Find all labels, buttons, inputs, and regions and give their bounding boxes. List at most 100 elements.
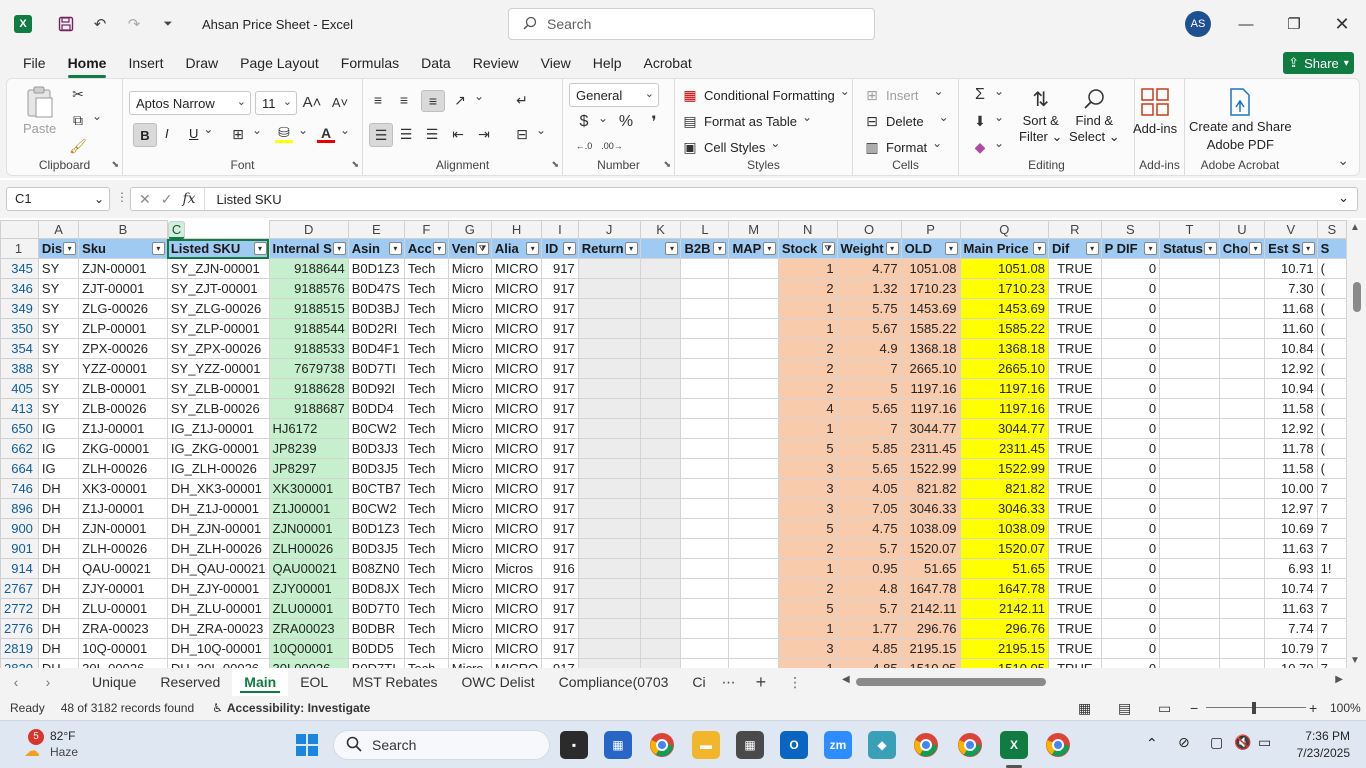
filter-dropdown-icon[interactable]: ▾ — [332, 242, 346, 255]
cell[interactable]: DH — [37, 478, 80, 499]
cell[interactable]: 7 — [1316, 598, 1347, 619]
cell[interactable]: Micro — [447, 318, 492, 339]
cell[interactable]: 2195.15 — [959, 638, 1050, 659]
cell[interactable]: 0 — [1100, 578, 1161, 599]
cell[interactable]: B0DD5 — [347, 638, 405, 659]
cell[interactable]: MICRO — [490, 398, 543, 419]
cell[interactable]: MICRO — [490, 638, 543, 659]
cell-styles-button[interactable]: ▣ Cell Styles — [681, 136, 780, 156]
expand-formula-icon[interactable]: ⌄ — [1338, 190, 1349, 206]
column-header[interactable]: O — [836, 220, 902, 239]
cell[interactable]: 917 — [541, 258, 579, 279]
cell[interactable] — [728, 418, 779, 439]
comma-style-icon[interactable]: ❜ — [645, 113, 663, 131]
cell[interactable]: Tech — [403, 298, 449, 319]
undo-icon[interactable]: ↶ — [86, 10, 114, 38]
cell[interactable]: B0D3J5 — [347, 458, 405, 479]
cell[interactable]: TRUE — [1048, 278, 1102, 299]
cell[interactable]: 5.7 — [836, 538, 902, 559]
cell[interactable] — [639, 598, 682, 619]
normal-view-icon[interactable]: ▦ — [1078, 700, 1091, 717]
tab-insert[interactable]: Insert — [117, 48, 174, 78]
cell[interactable] — [1159, 338, 1220, 359]
cell[interactable]: 1197.16 — [900, 378, 961, 399]
cell[interactable]: XK300001 — [268, 478, 349, 499]
header-cell[interactable]: S — [1316, 238, 1347, 259]
column-header[interactable]: V — [1264, 220, 1318, 239]
zoom-slider-handle[interactable] — [1252, 702, 1256, 714]
clock-date[interactable]: 7/23/2025 — [1290, 746, 1350, 760]
cell[interactable]: ( — [1316, 418, 1347, 439]
cell[interactable] — [680, 518, 730, 539]
cancel-icon[interactable]: ✕ — [139, 191, 151, 208]
network-icon[interactable]: ⊘ — [1178, 734, 1190, 751]
cell[interactable]: 12.92 — [1264, 358, 1318, 379]
cell[interactable]: 51.65 — [900, 558, 961, 579]
close-icon[interactable]: ✕ — [1318, 0, 1366, 48]
cell[interactable] — [577, 338, 641, 359]
cell[interactable] — [680, 638, 730, 659]
cell[interactable]: 1710.23 — [900, 278, 961, 299]
cell[interactable] — [728, 358, 779, 379]
cell[interactable] — [577, 558, 641, 579]
cell[interactable] — [577, 318, 641, 339]
cell[interactable]: 1647.78 — [900, 578, 961, 599]
formula-input[interactable]: Listed SKU — [205, 192, 282, 207]
cell[interactable]: Tech — [403, 658, 449, 668]
cell[interactable]: 4.05 — [836, 478, 902, 499]
cell[interactable]: 1038.09 — [959, 518, 1050, 539]
cell[interactable] — [1218, 518, 1266, 539]
cell[interactable]: 1197.16 — [900, 398, 961, 419]
cell[interactable] — [1218, 338, 1266, 359]
header-cell[interactable]: ▾ — [639, 238, 682, 259]
row-header[interactable]: 2772 — [0, 598, 39, 619]
cell[interactable] — [639, 518, 682, 539]
borders-icon[interactable]: ⊞ — [229, 123, 262, 143]
cell[interactable]: Tech — [403, 538, 449, 559]
cell[interactable]: SY_ZJN-00001 — [166, 258, 270, 279]
clock-time[interactable]: 7:36 PM — [1290, 729, 1350, 743]
cell[interactable]: 3 — [777, 498, 838, 519]
cell[interactable]: Micro — [447, 518, 492, 539]
cell[interactable]: 1197.16 — [959, 398, 1050, 419]
cell[interactable]: 5.85 — [836, 438, 902, 459]
cell[interactable]: ZLU-00001 — [78, 598, 168, 619]
cell[interactable]: Micro — [447, 298, 492, 319]
cell[interactable]: 7 — [1316, 638, 1347, 659]
cell[interactable]: 10.74 — [1264, 578, 1318, 599]
cell[interactable]: 9188576 — [268, 278, 349, 299]
cell[interactable]: ( — [1316, 298, 1347, 319]
chrome-profile-icon[interactable] — [1044, 731, 1072, 759]
tab-page-layout[interactable]: Page Layout — [229, 48, 330, 78]
insert-cells-button[interactable]: ⊞ Insert — [863, 84, 943, 104]
volume-icon[interactable]: 🔇 — [1234, 734, 1251, 751]
cell[interactable]: ZJY00001 — [268, 578, 349, 599]
autosum-icon[interactable]: Σ — [971, 84, 1004, 104]
percent-icon[interactable]: % — [617, 113, 635, 131]
cell[interactable]: 2195.15 — [900, 638, 961, 659]
cell[interactable]: MICRO — [490, 458, 543, 479]
merge-center-icon[interactable]: ⊟ — [513, 123, 546, 143]
cell[interactable]: DH — [37, 658, 80, 668]
cell[interactable]: Tech — [403, 478, 449, 499]
cell[interactable]: QAU00021 — [268, 558, 349, 579]
font-color-icon[interactable]: A — [317, 123, 350, 143]
cell[interactable] — [728, 598, 779, 619]
cell[interactable]: ZRA00023 — [268, 618, 349, 639]
more-sheets-icon[interactable]: ⋯ — [722, 674, 736, 691]
cell[interactable] — [1159, 518, 1220, 539]
sheet-tab[interactable]: EOL — [288, 668, 340, 696]
app-icon[interactable]: ◆ — [868, 731, 896, 759]
cell[interactable]: TRUE — [1048, 398, 1102, 419]
cell[interactable]: 917 — [541, 278, 579, 299]
orientation-icon[interactable]: ↗ — [451, 89, 484, 109]
cell[interactable]: 0.95 — [836, 558, 902, 579]
cell[interactable] — [639, 358, 682, 379]
cell[interactable]: 1! — [1316, 558, 1347, 579]
header-cell[interactable]: Dis ▾ — [37, 238, 80, 259]
cell[interactable]: 2 — [777, 358, 838, 379]
cell[interactable]: JP8297 — [268, 458, 349, 479]
cell[interactable] — [1159, 458, 1220, 479]
cell[interactable]: TRUE — [1048, 258, 1102, 279]
cell[interactable]: 0 — [1100, 518, 1161, 539]
